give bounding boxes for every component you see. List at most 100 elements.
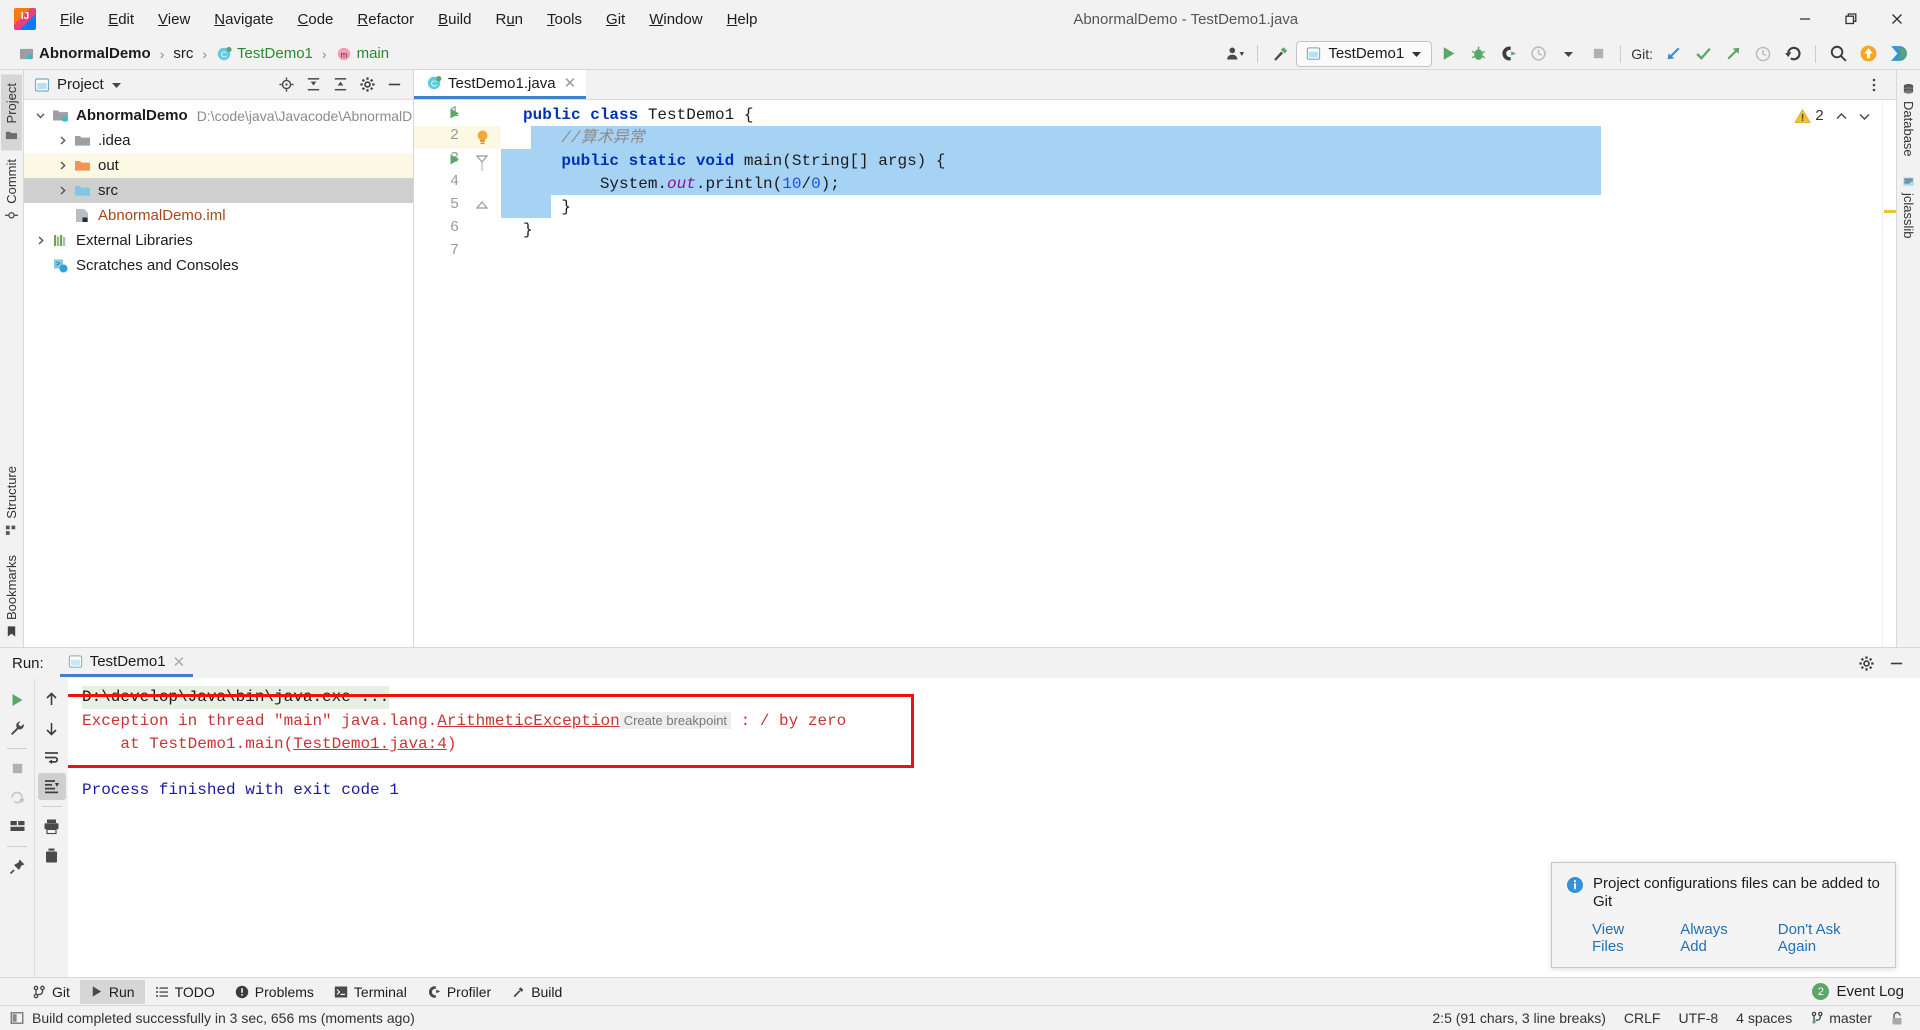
menu-file[interactable]: File (48, 7, 96, 32)
git-commit-button[interactable] (1689, 41, 1717, 67)
layout-button[interactable] (3, 813, 31, 840)
menu-navigate[interactable]: Navigate (202, 7, 285, 32)
soft-wrap-button[interactable] (38, 744, 66, 771)
scroll-up-button[interactable] (38, 686, 66, 713)
error-stripe-mark[interactable] (1884, 210, 1896, 213)
tree-node-scratches[interactable]: >_ Scratches and Consoles (24, 253, 413, 278)
encoding[interactable]: UTF-8 (1678, 1010, 1718, 1026)
git-branch-widget[interactable]: master (1810, 1010, 1872, 1026)
editor-fold-column[interactable] (469, 100, 501, 647)
tree-expand-toggle[interactable] (52, 160, 72, 171)
caret-position[interactable]: 2:5 (91 chars, 3 line breaks) (1432, 1010, 1606, 1026)
tool-window-git[interactable]: Git (22, 980, 80, 1004)
locate-file-button[interactable] (273, 73, 299, 97)
breadcrumb-item-method[interactable]: m main (331, 43, 395, 64)
debug-button[interactable] (1464, 41, 1492, 67)
tool-window-todo[interactable]: TODO (145, 980, 225, 1004)
maximize-button[interactable] (1828, 0, 1874, 38)
build-status-icon[interactable] (10, 1011, 24, 1025)
project-tree[interactable]: AbnormalDemo D:\code\java\Javacode\Abnor… (24, 100, 413, 647)
close-button[interactable] (1874, 0, 1920, 38)
scroll-down-button[interactable] (38, 715, 66, 742)
run-coverage-button[interactable] (1494, 41, 1522, 67)
minimize-button[interactable] (1782, 0, 1828, 38)
git-notification-balloon[interactable]: Project configurations files can be adde… (1551, 862, 1896, 968)
tool-window-terminal[interactable]: Terminal (324, 980, 417, 1004)
tool-window-run[interactable]: Run (80, 980, 145, 1004)
dont-ask-again-link[interactable]: Don't Ask Again (1778, 921, 1881, 955)
close-tab-icon[interactable]: ✕ (564, 74, 577, 92)
sidebar-item-structure[interactable]: Structure (1, 457, 22, 546)
tree-expand-toggle[interactable] (52, 135, 72, 146)
menu-run[interactable]: Run (483, 7, 535, 32)
search-everywhere-button[interactable] (1824, 41, 1852, 67)
ide-feature-button[interactable] (1884, 41, 1912, 67)
sidebar-item-jclasslib[interactable]: jclasslib (1898, 166, 1919, 248)
tree-expand-toggle[interactable] (30, 110, 50, 121)
menu-help[interactable]: Help (715, 7, 770, 32)
expand-all-button[interactable] (300, 73, 326, 97)
run-configuration-selector[interactable]: TestDemo1 (1296, 41, 1432, 67)
scroll-to-end-button[interactable] (38, 773, 66, 800)
fold-close-icon[interactable] (475, 198, 489, 214)
breadcrumb-item-class[interactable]: C TestDemo1 (211, 43, 318, 64)
collapse-all-button[interactable] (327, 73, 353, 97)
print-button[interactable] (38, 813, 66, 840)
editor-error-stripe[interactable] (1882, 100, 1896, 647)
profiler-dropdown[interactable] (1554, 41, 1582, 67)
indent-setting[interactable]: 4 spaces (1736, 1010, 1792, 1026)
run-tab-testdemo1[interactable]: TestDemo1 ✕ (60, 650, 193, 677)
user-button[interactable] (1221, 41, 1249, 67)
editor-gutter[interactable]: 1 2 3 4 5 6 7 (414, 100, 469, 647)
tree-node-external-libraries[interactable]: External Libraries (24, 228, 413, 253)
event-log-area[interactable]: 2 Event Log (1812, 983, 1920, 1000)
run-arrow-icon[interactable] (448, 107, 461, 120)
rerun-button[interactable] (3, 686, 31, 713)
editor-text-area[interactable]: public class TestDemo1 { //算术异常 public s… (501, 100, 1882, 647)
git-update-button[interactable] (1659, 41, 1687, 67)
tree-node-idea[interactable]: .idea (24, 128, 413, 153)
breadcrumb-item-project[interactable]: AbnormalDemo (14, 43, 156, 64)
build-button[interactable] (1266, 41, 1294, 67)
stack-frame-link[interactable]: TestDemo1.java:4 (293, 735, 447, 753)
menu-edit[interactable]: Edit (96, 7, 146, 32)
menu-build[interactable]: Build (426, 7, 483, 32)
profiler-button[interactable] (1524, 41, 1552, 67)
tree-node-src[interactable]: src (24, 178, 413, 203)
git-history-button[interactable] (1749, 41, 1777, 67)
updates-button[interactable] (1854, 41, 1882, 67)
tree-node-iml[interactable]: AbnormalDemo.iml (24, 203, 413, 228)
always-add-link[interactable]: Always Add (1680, 921, 1757, 955)
pin-tab-button[interactable] (3, 853, 31, 880)
run-arrow-icon[interactable] (448, 153, 461, 166)
tree-node-out[interactable]: out (24, 153, 413, 178)
menu-code[interactable]: Code (286, 7, 346, 32)
breadcrumb-item-src[interactable]: src (168, 43, 198, 64)
close-icon[interactable]: ✕ (173, 653, 186, 671)
sidebar-item-database[interactable]: Database (1898, 74, 1919, 166)
lock-icon[interactable] (1890, 1011, 1904, 1026)
tool-window-problems[interactable]: Problems (225, 980, 324, 1004)
sidebar-item-bookmarks[interactable]: Bookmarks (1, 546, 22, 647)
code-editor[interactable]: 1 2 3 4 5 6 7 (414, 100, 1896, 647)
run-settings-button[interactable] (1852, 650, 1880, 676)
intention-bulb-icon[interactable] (473, 128, 492, 147)
editor-options-button[interactable] (1860, 72, 1888, 98)
event-log-label[interactable]: Event Log (1836, 983, 1904, 1000)
tool-window-build[interactable]: Build (501, 980, 572, 1004)
sidebar-item-project[interactable]: Project (1, 74, 22, 150)
stop-button[interactable] (1584, 41, 1612, 67)
clear-all-button[interactable] (38, 842, 66, 869)
hide-panel-button[interactable] (381, 73, 407, 97)
tree-node-abnormaldemo[interactable]: AbnormalDemo D:\code\java\Javacode\Abnor… (24, 103, 413, 128)
menu-refactor[interactable]: Refactor (345, 7, 426, 32)
tool-window-profiler[interactable]: Profiler (417, 980, 501, 1004)
menu-window[interactable]: Window (637, 7, 714, 32)
editor-tab-testdemo1[interactable]: C TestDemo1.java ✕ (414, 70, 586, 99)
line-separator[interactable]: CRLF (1624, 1010, 1661, 1026)
view-files-link[interactable]: View Files (1592, 921, 1659, 955)
inspection-widget[interactable]: 2 (1790, 106, 1876, 127)
git-push-button[interactable] (1719, 41, 1747, 67)
menu-view[interactable]: View (146, 7, 202, 32)
create-breakpoint-hint[interactable]: Create breakpoint (620, 712, 731, 729)
